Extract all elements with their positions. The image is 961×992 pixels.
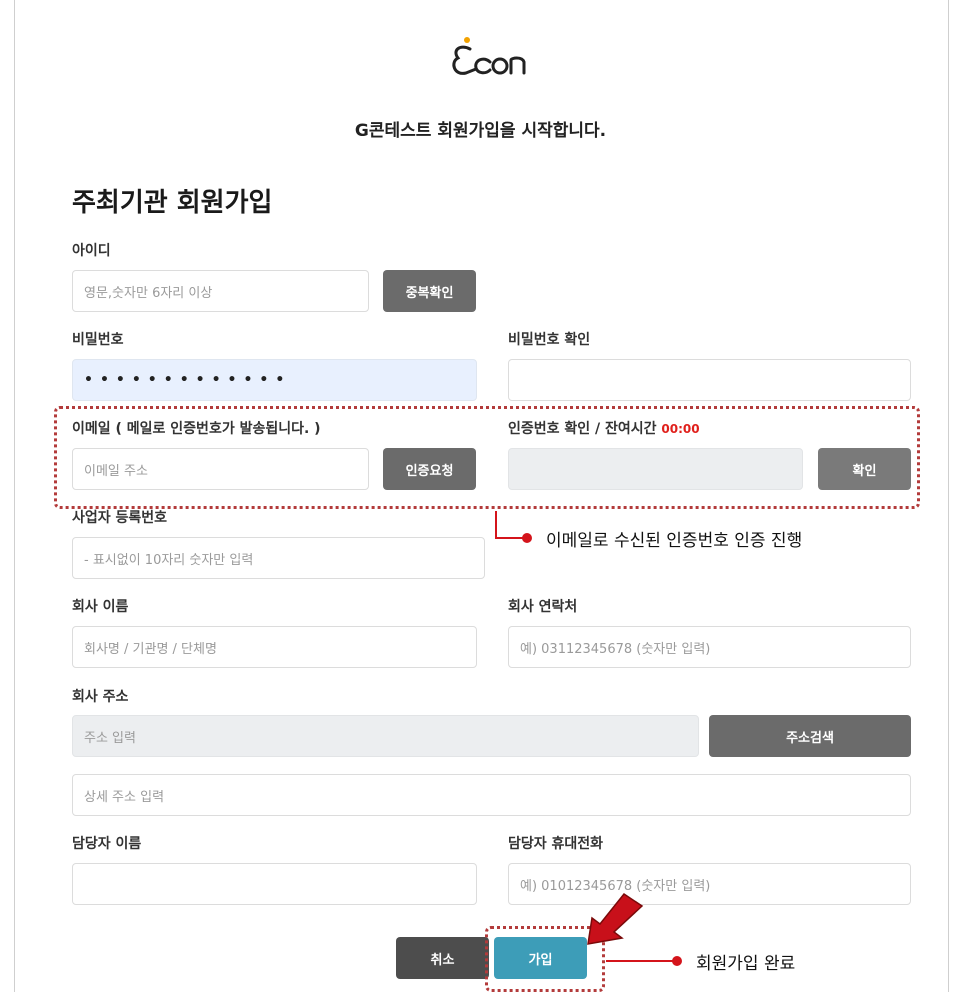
address-input[interactable]: 주소 입력 [72,715,699,757]
manager-name-label: 담당자 이름 [72,836,142,852]
cancel-button[interactable]: 취소 [396,937,489,979]
manager-name-input[interactable] [72,863,477,905]
page-title: 주최기관 회원가입 [72,188,273,218]
business-number-label: 사업자 등록번호 [72,510,168,526]
password-input[interactable]: ••••••••••••• [72,359,477,401]
manager-phone-input[interactable]: 예) 01012345678 (숫자만 입력) [508,863,911,905]
password-label: 비밀번호 [72,332,124,348]
company-name-input[interactable]: 회사명 / 기관명 / 단체명 [72,626,477,668]
signup-tagline: G콘테스트 회원가입을 시작합니다. [354,121,607,141]
password-confirm-input[interactable] [508,359,911,401]
address-search-button[interactable]: 주소검색 [709,715,911,757]
manager-phone-label: 담당자 휴대전화 [508,836,604,852]
id-label: 아이디 [72,243,111,259]
password-confirm-label: 비밀번호 확인 [508,332,591,348]
company-phone-input[interactable]: 예) 03112345678 (숫자만 입력) [508,626,911,668]
address-detail-input[interactable]: 상세 주소 입력 [72,774,911,816]
email-callout-connector [495,511,497,538]
email-verification-highlight [54,406,920,509]
company-phone-label: 회사 연락처 [508,599,578,615]
email-callout-dot [522,533,532,543]
submit-callout-line [606,960,676,962]
id-input[interactable]: 영문,숫자만 6자리 이상 [72,270,369,312]
econ-logo [452,37,526,75]
duplicate-check-button[interactable]: 중복확인 [383,270,476,312]
email-callout-text: 이메일로 수신된 인증번호 인증 진행 [546,531,803,551]
submit-callout-dot [672,956,682,966]
company-name-label: 회사 이름 [72,599,129,615]
business-number-input[interactable]: - 표시없이 10자리 숫자만 입력 [72,537,485,579]
company-address-label: 회사 주소 [72,689,129,705]
submit-callout-text: 회원가입 완료 [696,954,796,974]
pointer-arrow-icon [587,892,644,945]
